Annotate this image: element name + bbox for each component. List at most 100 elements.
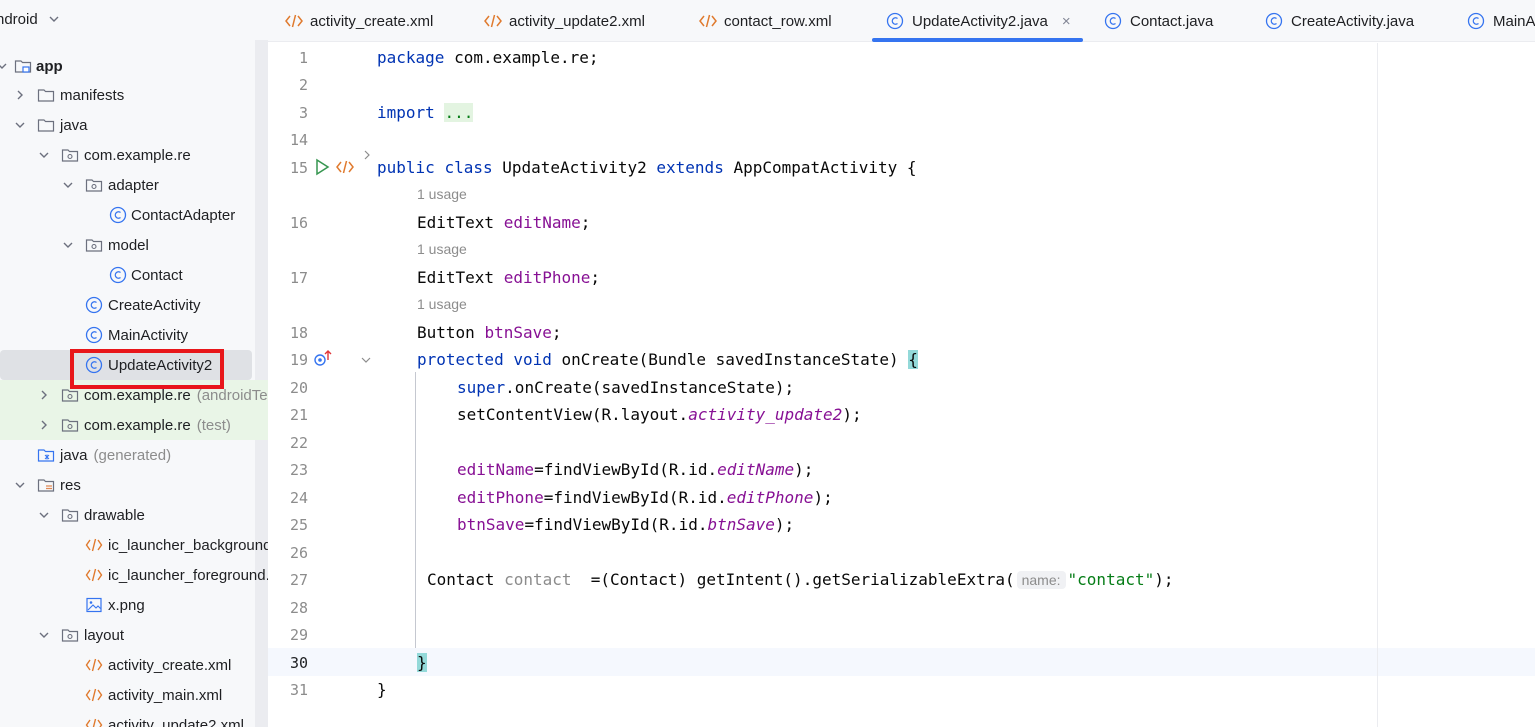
chevron-down-icon[interactable] [62,239,74,251]
tree-item-app[interactable]: app [0,51,255,81]
code-line-20[interactable]: super.onCreate(savedInstanceState); [457,378,794,397]
line-number: 28 [289,599,308,617]
tree-item-label: activity_update2.xml [108,716,244,727]
chevron-down-icon[interactable] [48,13,60,25]
tree-item-ic-launcher-background[interactable]: ic_launcher_background.xml [0,530,268,560]
code-line-31[interactable]: } [377,680,387,699]
tree-item-createactivity[interactable]: CreateActivity [0,290,255,320]
code-token: editName [457,460,535,479]
xml-layout-link-icon[interactable] [335,158,355,176]
run-icon[interactable] [314,158,330,176]
tree-item-adapter[interactable]: adapter [0,170,255,200]
tree-item-contact[interactable]: Contact [0,260,255,290]
line-number: 26 [289,544,308,562]
tab-activity-update2-xml[interactable]: activity_update2.xml [483,0,645,42]
tree-item-drawable[interactable]: drawable [0,500,255,530]
line-number: 29 [289,626,308,644]
code-line-15[interactable]: public class UpdateActivity2 extends App… [377,158,917,177]
usage-hint[interactable]: 1 usage [417,296,467,312]
chevron-down-icon[interactable] [14,479,26,491]
chevron-down-icon[interactable] [360,354,372,366]
class-icon [886,12,904,30]
tab-contact-row-xml[interactable]: contact_row.xml [698,0,832,42]
code-line-17[interactable]: EditText editPhone; [417,268,600,287]
usage-hint[interactable]: 1 usage [417,241,467,257]
tree-item-mainactivity[interactable]: MainActivity [0,320,255,350]
project-panel: ndroid app manifests java com.example.re… [0,0,268,727]
chevron-right-icon[interactable] [14,89,26,101]
tree-item-res[interactable]: res [0,470,255,500]
tree-item-label: java [60,116,88,134]
tree-item-java[interactable]: java [0,110,255,140]
tab-label: Contact.java [1130,12,1214,30]
line-number: 22 [289,434,308,452]
usage-hint[interactable]: 1 usage [417,186,467,202]
code-line-23[interactable]: editName=findViewById(R.id.editName); [457,460,813,479]
line-number: 20 [289,379,308,397]
close-icon[interactable]: × [1062,13,1071,30]
chevron-down-icon[interactable] [38,629,50,641]
code-token: void [513,350,552,369]
folded-imports[interactable]: ... [444,103,474,122]
project-view-header[interactable]: ndroid [0,0,268,38]
chevron-down-icon[interactable] [14,119,26,131]
tree-item-x-png[interactable]: x.png [0,590,255,620]
tree-item-activity-create-xml[interactable]: activity_create.xml [0,650,255,680]
code-line-1[interactable]: package com.example.re; [377,48,599,67]
tree-item-label: activity_create.xml [108,656,232,674]
tree-item-package-test[interactable]: com.example.re (test) [0,410,268,440]
chevron-down-icon[interactable] [0,60,8,72]
code-token: btnSave [457,515,525,534]
project-view-selector[interactable]: ndroid [0,11,38,28]
tab-mainactivity-java[interactable]: MainA [1467,0,1535,42]
chevron-down-icon[interactable] [38,509,50,521]
right-margin-guide [1377,43,1378,727]
override-method-icon[interactable] [313,349,333,369]
tab-label: contact_row.xml [724,12,832,30]
tree-item-label: app [36,57,63,75]
tab-activity-create-xml[interactable]: activity_create.xml [284,0,433,42]
editor-tab-bar: activity_create.xml activity_update2.xml… [268,0,1535,42]
code-line-25[interactable]: btnSave=findViewById(R.id.btnSave); [457,515,794,534]
chevron-right-icon[interactable] [38,419,50,431]
tree-item-contactadapter[interactable]: ContactAdapter [0,200,255,230]
code-line-27[interactable]: Contact contact =(Contact) getIntent().g… [427,570,1174,589]
chevron-right-icon[interactable] [361,149,373,161]
code-token: setContentView(R.layout. [457,405,689,424]
chevron-right-icon[interactable] [38,389,50,401]
code-token: ); [813,488,833,507]
code-line-24[interactable]: editPhone=findViewById(R.id.editPhone); [457,488,833,507]
tree-item-activity-main-xml[interactable]: activity_main.xml [0,680,255,710]
chevron-down-icon[interactable] [38,149,50,161]
code-line-3[interactable]: import ... [377,103,474,122]
code-line-18[interactable]: Button btnSave; [417,323,562,342]
code-token: import [377,103,435,122]
line-number: 18 [289,324,308,342]
parameter-name-hint: name: [1016,571,1066,589]
code-line-30[interactable]: } [417,653,427,672]
tab-createactivity-java[interactable]: CreateActivity.java [1265,0,1414,42]
chevron-down-icon[interactable] [62,179,74,191]
tree-item-java-generated[interactable]: java (generated) [0,440,255,470]
code-token: class [444,158,493,177]
tree-item-layout[interactable]: layout [0,620,255,650]
code-line-21[interactable]: setContentView(R.layout.activity_update2… [457,405,862,424]
tree-item-activity-update2-xml[interactable]: activity_update2.xml [0,710,255,727]
code-editor[interactable]: 1 2 3 14 15 16 17 18 19 20 21 22 23 24 2… [268,43,1535,727]
tree-item-manifests[interactable]: manifests [0,80,255,110]
tree-item-label: drawable [84,506,145,524]
tree-item-model[interactable]: model [0,230,255,260]
annotation-highlight-box [70,349,224,389]
code-token: editPhone [457,488,544,507]
code-token: ); [1154,570,1174,589]
line-number: 27 [289,571,308,589]
tree-item-package[interactable]: com.example.re [0,140,255,170]
tree-item-ic-launcher-foreground[interactable]: ic_launcher_foreground.xml [0,560,268,590]
code-line-16[interactable]: EditText editName; [417,213,590,232]
code-token: ); [794,460,814,479]
tab-updateactivity2-java[interactable]: UpdateActivity2.java × [872,0,1083,42]
tree-item-suffix: (androidTest) [196,386,268,404]
code-line-19[interactable]: protected void onCreate(Bundle savedInst… [417,350,918,369]
tab-label: MainA [1493,12,1535,30]
tab-contact-java[interactable]: Contact.java [1104,0,1213,42]
